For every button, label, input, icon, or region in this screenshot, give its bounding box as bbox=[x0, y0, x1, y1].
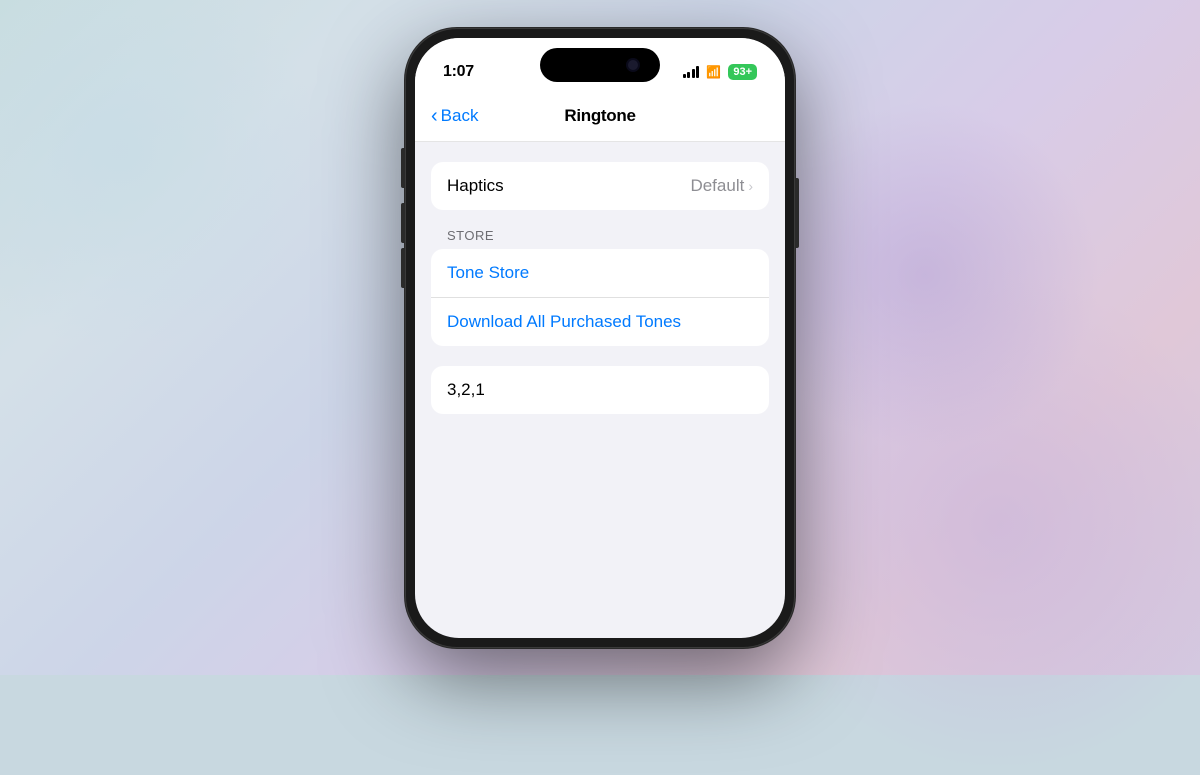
signal-bar-2 bbox=[687, 72, 690, 78]
download-tones-label: Download All Purchased Tones bbox=[447, 312, 681, 332]
battery-badge: 93+ bbox=[728, 64, 757, 80]
phone-screen: 1:07 📶 93+ bbox=[415, 38, 785, 638]
scene: 1:07 📶 93+ bbox=[0, 0, 1200, 675]
bottom-section: 3,2,1 bbox=[431, 366, 769, 414]
store-group: Tone Store Download All Purchased Tones bbox=[431, 249, 769, 346]
wifi-icon: 📶 bbox=[706, 65, 721, 79]
store-section-header: STORE bbox=[431, 220, 769, 249]
haptics-value: Default bbox=[690, 176, 744, 196]
phone-device: 1:07 📶 93+ bbox=[405, 28, 795, 648]
camera-dot bbox=[628, 60, 638, 70]
content-area: Haptics Default › STORE Tone Store bbox=[415, 142, 785, 414]
dynamic-island bbox=[540, 48, 660, 82]
download-tones-row[interactable]: Download All Purchased Tones bbox=[431, 297, 769, 346]
haptics-row[interactable]: Haptics Default › bbox=[431, 162, 769, 210]
status-time: 1:07 bbox=[443, 63, 474, 81]
back-chevron-icon: ‹ bbox=[431, 106, 438, 126]
ringtone-item-label: 3,2,1 bbox=[447, 380, 485, 400]
status-bar: 1:07 📶 93+ bbox=[415, 38, 785, 92]
signal-bar-1 bbox=[683, 74, 686, 78]
tone-store-row[interactable]: Tone Store bbox=[431, 249, 769, 297]
haptics-label: Haptics bbox=[447, 176, 504, 196]
ringtone-item-row[interactable]: 3,2,1 bbox=[431, 366, 769, 414]
haptics-group: Haptics Default › bbox=[431, 162, 769, 210]
nav-title: Ringtone bbox=[564, 106, 635, 126]
nav-bar: ‹ Back Ringtone bbox=[415, 92, 785, 142]
store-section: STORE Tone Store Download All Purchased … bbox=[431, 220, 769, 346]
signal-bar-4 bbox=[696, 66, 699, 78]
back-label: Back bbox=[441, 106, 479, 126]
tone-store-label: Tone Store bbox=[447, 263, 529, 283]
ringtone-item-group: 3,2,1 bbox=[431, 366, 769, 414]
signal-bar-3 bbox=[692, 69, 695, 78]
back-button[interactable]: ‹ Back bbox=[431, 106, 478, 126]
haptics-section: Haptics Default › bbox=[431, 162, 769, 210]
status-icons: 📶 93+ bbox=[683, 64, 757, 80]
signal-bars-icon bbox=[683, 66, 700, 78]
battery-value: 93+ bbox=[733, 66, 752, 78]
haptics-value-container: Default › bbox=[690, 176, 753, 196]
haptics-chevron-icon: › bbox=[748, 178, 753, 194]
